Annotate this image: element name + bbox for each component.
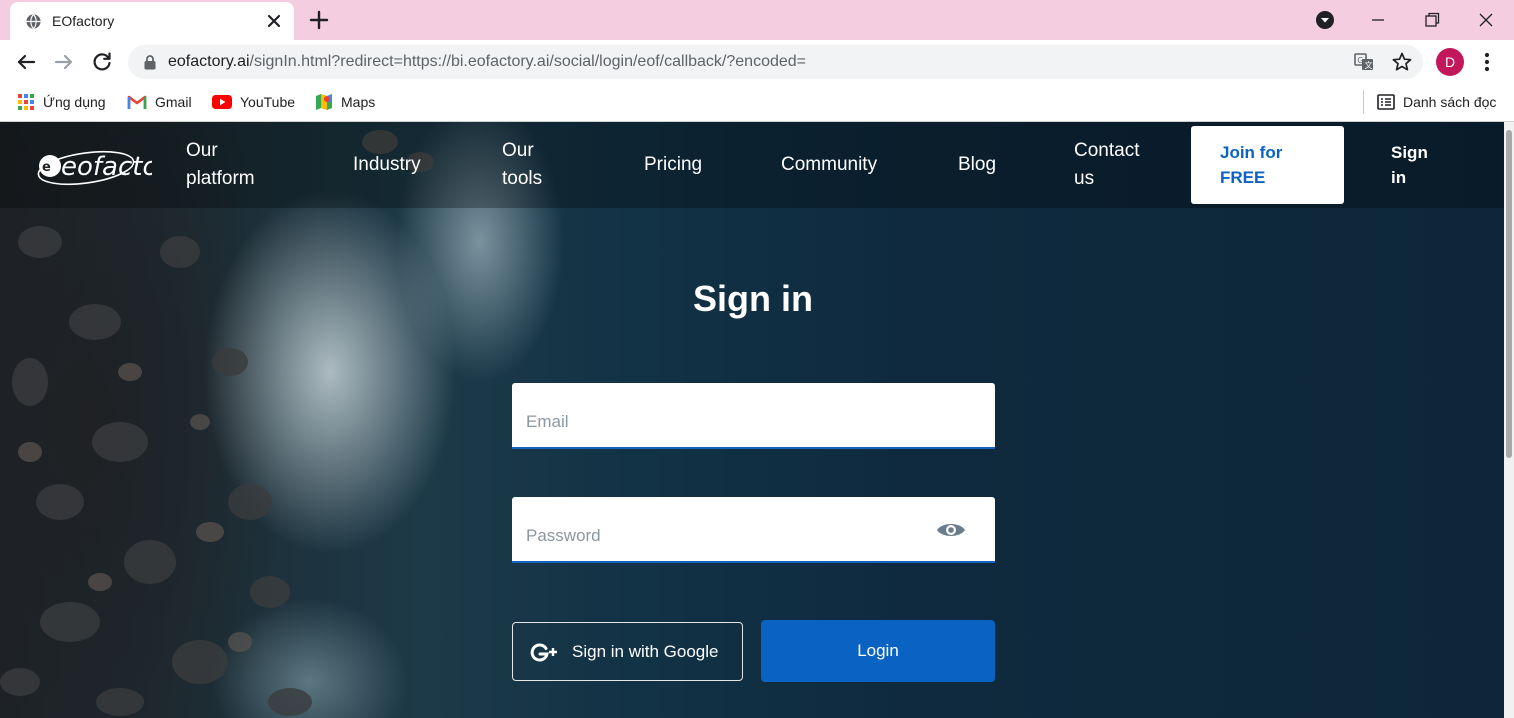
window-close-icon[interactable] [1474,8,1498,32]
maps-icon [316,94,332,110]
nav-industry[interactable]: Industry [353,151,421,179]
reload-icon[interactable] [90,50,114,74]
bookmark-label: Ứng dụng [43,94,106,110]
bookmark-divider [1363,90,1364,114]
password-input[interactable] [512,511,995,561]
password-field[interactable] [512,497,995,563]
close-icon[interactable] [264,11,284,31]
url-host: eofactory.ai [168,53,250,70]
tab-title: EOfactory [52,13,115,29]
join-for-free-button[interactable]: Join for FREE [1191,126,1344,204]
tab-strip: EOfactory [0,0,1514,40]
page-scrollbar[interactable] [1504,122,1514,718]
bookmark-maps[interactable]: Maps [315,90,375,114]
reading-list[interactable]: Danh sách đọc [1377,90,1496,114]
bookmark-label: Maps [341,94,376,110]
svg-text:e: e [42,160,51,175]
star-bookmark-icon[interactable] [1391,51,1413,73]
translate-icon[interactable]: G 文 [1353,51,1375,73]
nav-pricing[interactable]: Pricing [644,151,702,179]
tab-search-icon[interactable] [1313,8,1337,32]
email-input[interactable] [512,397,995,447]
logo-text: eofactory [61,152,152,182]
nav-our-tools[interactable]: Our tools [502,137,562,193]
url-text[interactable]: eofactory.ai/signIn.html?redirect=https:… [168,53,806,71]
new-tab-icon[interactable] [308,9,330,31]
email-field[interactable] [512,383,995,449]
profile-avatar[interactable]: D [1436,48,1464,76]
scrollbar-thumb[interactable] [1506,130,1512,458]
google-signin-button[interactable]: Sign in with Google [512,622,743,681]
back-arrow-icon[interactable] [14,50,38,74]
browser-toolbar: eofactory.ai/signIn.html?redirect=https:… [0,40,1514,84]
bookmark-youtube[interactable]: YouTube [212,90,295,114]
nav-sign-in[interactable]: Sign in [1391,140,1441,190]
reading-list-label: Danh sách đọc [1403,94,1497,110]
eofactory-logo[interactable]: e eofactory [36,144,152,190]
browser-tab[interactable]: EOfactory [10,2,294,40]
bookmarks-bar: Ứng dụng Gmail YouTube Maps Danh sách đọ [0,84,1514,122]
nav-blog[interactable]: Blog [958,151,996,179]
google-button-label: Sign in with Google [572,641,719,661]
forward-arrow-icon[interactable] [52,50,76,74]
nav-contact-us[interactable]: Contact us [1074,137,1154,193]
bookmark-label: YouTube [240,94,296,110]
lock-icon[interactable] [143,54,157,70]
bookmark-apps[interactable]: Ứng dụng [17,90,106,114]
bookmark-gmail[interactable]: Gmail [127,90,192,114]
join-button-label: Join for FREE [1220,143,1283,187]
page-viewport: e eofactory Our platform Industry Our to… [0,122,1514,718]
reading-list-icon [1377,94,1395,110]
minimize-icon[interactable] [1366,8,1390,32]
svg-text:文: 文 [1365,60,1373,70]
url-path: /signIn.html?redirect=https://bi.eofacto… [249,53,806,70]
nav-our-platform[interactable]: Our platform [186,137,276,193]
page-title: Sign in [693,278,813,319]
address-bar[interactable]: eofactory.ai/signIn.html?redirect=https:… [128,45,1423,79]
eye-icon[interactable] [936,520,966,540]
gmail-icon [127,95,147,109]
login-button[interactable]: Login [761,620,995,682]
background-image [0,130,434,716]
youtube-icon [212,95,232,109]
nav-community[interactable]: Community [781,151,877,179]
more-menu-icon[interactable] [1476,50,1498,74]
site-navbar: e eofactory Our platform Industry Our to… [0,122,1504,208]
bookmark-label: Gmail [155,94,192,110]
svg-text:G: G [1357,56,1363,65]
globe-icon [26,14,41,29]
apps-grid-icon [18,94,34,110]
google-plus-icon [530,643,557,661]
restore-icon[interactable] [1420,8,1444,32]
